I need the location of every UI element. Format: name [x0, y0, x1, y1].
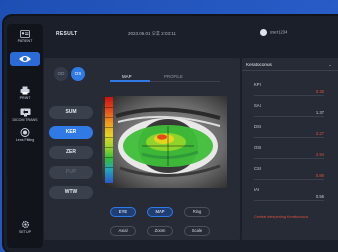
map-overlay-button[interactable]: MAP: [147, 207, 173, 217]
metric-value: 1.37: [315, 110, 324, 115]
index-type-dropdown[interactable]: Keratoconus ⌄: [242, 58, 338, 71]
result-main-panel: OD OS SUM KER ZER PUP WTW MAP PROFILE EY…: [44, 58, 240, 240]
metric-key: IAI: [254, 187, 260, 192]
metric-key: SAI: [254, 103, 261, 108]
axial-button[interactable]: Axial: [110, 226, 136, 236]
mode-zer-button[interactable]: ZER: [49, 146, 93, 159]
avatar: [260, 29, 267, 36]
metric-row: CSI 0.86: [254, 166, 324, 184]
printer-icon: [20, 86, 30, 95]
os-button[interactable]: OS: [71, 67, 85, 81]
metric-key: OSI: [254, 145, 262, 150]
chevron-down-icon: ⌄: [328, 62, 332, 67]
index-panel: Keratoconus ⌄ KPI 0.35 SAI 1.37 DSI 3.27…: [242, 58, 338, 240]
scale-tick: [105, 147, 113, 148]
gear-icon: [21, 220, 29, 229]
page-title: RESULT: [56, 31, 78, 37]
rail-lens-fitting-label: Lens Fitting: [15, 138, 35, 142]
scale-tick: [105, 157, 113, 158]
scale-tick: [105, 117, 113, 118]
eye-overlay-button[interactable]: EYE: [110, 207, 136, 217]
tab-map[interactable]: MAP: [122, 74, 132, 79]
zoom-button[interactable]: Zoom: [147, 226, 173, 236]
metric-value: 2.94: [315, 152, 324, 157]
index-type-value: Keratoconus: [246, 62, 272, 67]
tab-active-indicator: [110, 80, 150, 82]
view-option-row: Axial Zoom Scale: [110, 219, 221, 237]
scale-button[interactable]: Scale: [184, 226, 210, 236]
app-window: PATIENT PRINT DICOM TRANS Lens Fitting S…: [4, 16, 338, 252]
metric-value: 0.56: [315, 194, 324, 199]
divider: [254, 158, 324, 159]
header-bar: RESULT 2023.06.01 오후 2:03:11 user1234: [44, 24, 338, 44]
user-name: user1234: [270, 29, 288, 35]
rail-patient-button[interactable]: PATIENT: [10, 30, 40, 48]
divider: [254, 179, 324, 180]
mode-ker-button[interactable]: KER: [49, 126, 93, 139]
metric-value: 0.86: [315, 173, 324, 178]
analysis-mode-list: SUM KER ZER PUP WTW: [49, 106, 93, 206]
metric-value: 0.35: [315, 89, 324, 94]
rail-setup-label: SETUP: [19, 230, 31, 234]
scale-tick: [105, 107, 113, 108]
eye-topography-map: [102, 96, 227, 188]
diagnosis-note: Central steepening Keratoconus: [254, 215, 309, 219]
od-button[interactable]: OD: [54, 67, 68, 81]
scale-tick: [105, 127, 113, 128]
user-badge[interactable]: user1234: [260, 29, 287, 36]
metric-key: DSI: [254, 124, 261, 129]
metric-row: IAI 0.56: [254, 187, 324, 205]
overlay-toggle-row: EYE MAP Ring: [110, 200, 221, 218]
topography-image[interactable]: [102, 96, 227, 188]
eye-icon: [19, 56, 31, 62]
rail-lens-fitting-button[interactable]: Lens Fitting: [10, 128, 40, 146]
left-toolbar: PATIENT PRINT DICOM TRANS Lens Fitting S…: [7, 24, 43, 248]
rail-patient-label: PATIENT: [17, 39, 33, 43]
exam-datetime: 2023.06.01 오후 2:03:11: [128, 31, 176, 36]
metric-row: SAI 1.37: [254, 103, 324, 121]
rail-dicom-label: DICOM TRANS: [12, 118, 38, 122]
mode-wtw-button[interactable]: WTW: [49, 186, 93, 199]
color-scale-bar: [105, 97, 113, 183]
mode-pup-button: PUP: [49, 166, 93, 179]
patient-card-icon: [20, 30, 30, 38]
metric-row: OSI 2.94: [254, 145, 324, 163]
scale-tick: [105, 137, 113, 138]
rail-setup-button[interactable]: SETUP: [10, 220, 40, 238]
divider: [254, 200, 324, 201]
metric-row: KPI 0.35: [254, 82, 324, 100]
metric-key: KPI: [254, 82, 261, 87]
dicom-transfer-icon: [20, 108, 30, 117]
divider: [254, 137, 324, 138]
rail-print-label: PRINT: [19, 96, 31, 100]
tab-profile[interactable]: PROFILE: [164, 74, 183, 79]
lens-fitting-icon: [20, 128, 30, 137]
eye-side-toggle: OD OS: [54, 62, 88, 81]
mode-sum-button[interactable]: SUM: [49, 106, 93, 119]
divider: [254, 95, 324, 96]
metric-row: DSI 3.27: [254, 124, 324, 142]
divider: [254, 116, 324, 117]
metric-value: 3.27: [315, 131, 324, 136]
rail-print-button[interactable]: PRINT: [10, 86, 40, 104]
ring-overlay-button[interactable]: Ring: [184, 207, 210, 217]
scale-tick: [105, 167, 113, 168]
rail-dicom-button[interactable]: DICOM TRANS: [10, 108, 40, 126]
metric-key: CSI: [254, 166, 261, 171]
rail-eye-button[interactable]: [10, 52, 40, 66]
